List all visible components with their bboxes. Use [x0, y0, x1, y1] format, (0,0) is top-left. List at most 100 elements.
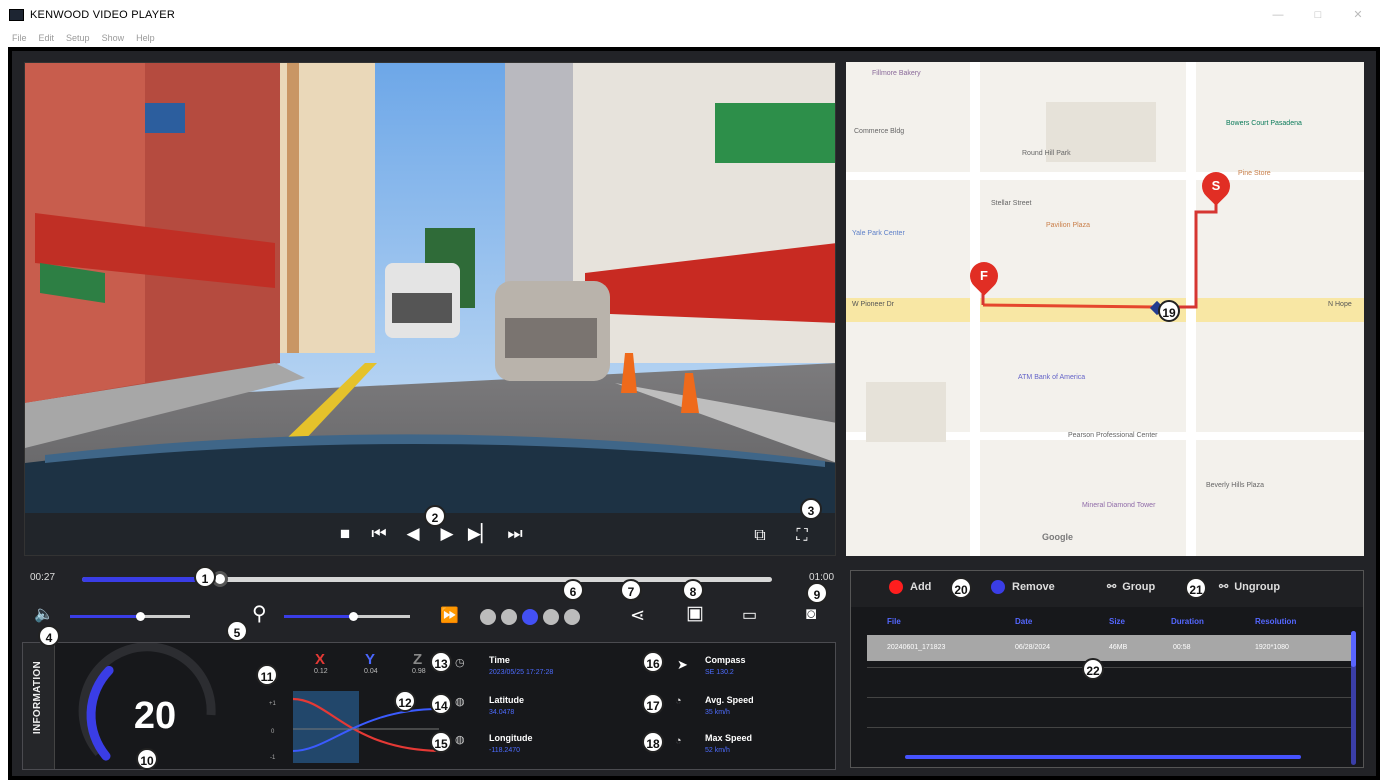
duration-cell: 00:58	[1173, 644, 1191, 651]
avg-speed-label: Avg. Speed	[705, 695, 754, 705]
menu-setup[interactable]: Setup	[66, 33, 90, 43]
column-header-size[interactable]: Size	[1109, 617, 1125, 626]
volume-thumb[interactable]	[135, 612, 145, 621]
group-button[interactable]: ⚯ Group	[1107, 580, 1156, 594]
next-file-button[interactable]: ⏭	[500, 524, 530, 544]
share-icon[interactable]: ⋖	[630, 605, 645, 626]
column-header-file[interactable]: File	[887, 617, 901, 626]
add-file-button[interactable]: Add	[889, 580, 931, 594]
speed-value: 20	[133, 695, 177, 737]
max-speed-icon: ◔	[675, 735, 682, 747]
horizontal-scrollbar[interactable]	[905, 755, 1301, 759]
remove-icon	[991, 580, 1005, 594]
callout-2: 2	[424, 505, 446, 527]
playback-speed-dot[interactable]	[564, 609, 580, 625]
map-place: Bowers Court Pasadena	[1226, 120, 1302, 127]
playback-speed-dot[interactable]	[522, 609, 538, 625]
latitude-value: 34.0478	[489, 709, 515, 716]
longitude-value: -118.2470	[489, 747, 521, 754]
information-tab-label: INFORMATION	[32, 661, 43, 735]
callout-15: 15	[430, 731, 452, 753]
map-canvas	[846, 62, 1364, 556]
compass-value: SE 130.2	[705, 669, 734, 676]
maximize-button[interactable]: □	[1298, 0, 1338, 30]
gsensor-z-label: Z	[413, 651, 423, 668]
picture-in-picture-button[interactable]: ⧉	[747, 527, 773, 545]
export-icon[interactable]: ▣	[686, 602, 704, 625]
group-label: Group	[1122, 580, 1156, 593]
information-tab[interactable]: INFORMATION	[23, 643, 55, 769]
minimize-button[interactable]: —	[1258, 0, 1298, 30]
menu-show[interactable]: Show	[102, 33, 125, 43]
playback-speed-dot[interactable]	[501, 609, 517, 625]
gsensor-y-label: Y	[365, 651, 376, 668]
street-label: N Hope	[1328, 301, 1352, 308]
fullscreen-button[interactable]: ⛶	[789, 527, 815, 545]
map-place: Fillmore Bakery	[872, 70, 921, 77]
callout-7: 7	[620, 579, 642, 601]
video-viewport[interactable]: ■ ⏮ ◀ ▶ ▶▏ ⏭ ⧉ ⛶	[24, 62, 836, 556]
gsensor-y-tick: -1	[270, 755, 276, 761]
map-place: Mineral Diamond Tower	[1082, 502, 1156, 509]
ungroup-icon: ⚯	[1219, 581, 1229, 593]
column-header-resolution[interactable]: Resolution	[1255, 617, 1296, 626]
menu-file[interactable]: File	[12, 33, 27, 43]
latitude-globe-icon: ◍	[455, 696, 465, 708]
latitude-label: Latitude	[489, 695, 524, 705]
volume-icon[interactable]: 🔈	[34, 604, 54, 624]
close-button[interactable]: ✕	[1338, 0, 1378, 30]
snapshot-strip-icon[interactable]: ▭	[742, 605, 757, 625]
zoom-thumb[interactable]	[348, 612, 358, 621]
callout-20: 20	[950, 577, 972, 599]
stop-button[interactable]: ■	[330, 524, 360, 544]
previous-file-button[interactable]: ⏮	[364, 524, 394, 544]
row-divider	[867, 727, 1351, 728]
column-header-duration[interactable]: Duration	[1171, 617, 1204, 626]
ungroup-label: Ungroup	[1234, 580, 1281, 593]
gsensor-y-tick: 0	[271, 729, 275, 735]
ungroup-button[interactable]: ⚯ Ungroup	[1219, 580, 1281, 594]
time-value: 2023/05/25 17:27:28	[489, 669, 554, 676]
date-cell: 06/28/2024	[1015, 644, 1051, 651]
map-place: Pavilion Plaza	[1046, 222, 1090, 229]
playback-speed-dot[interactable]	[543, 609, 559, 625]
vertical-scrollbar[interactable]	[1351, 631, 1356, 765]
menu-help[interactable]: Help	[136, 33, 155, 43]
zoom-slider[interactable]	[284, 612, 410, 621]
gsensor-x-label: X	[315, 651, 326, 668]
file-cell: 20240601_171823	[887, 644, 946, 651]
volume-slider[interactable]	[70, 612, 190, 621]
table-row[interactable]: 20240601_171823 06/28/2024 46MB 00:58 19…	[867, 635, 1351, 661]
screenshot-icon[interactable]: ◙	[806, 604, 816, 624]
playlist-panel: Add Remove ⚯ Group ⚯ Ungroup File Date Siz…	[850, 570, 1364, 768]
playlist-toolbar: Add Remove ⚯ Group ⚯ Ungroup	[851, 571, 1363, 607]
fast-forward-icon[interactable]: ⏩	[440, 606, 459, 624]
next-frame-button[interactable]: ▶▏	[466, 524, 496, 544]
volume-slider-fill	[70, 615, 140, 618]
menu-edit[interactable]: Edit	[39, 33, 55, 43]
map-place: Yale Park Center	[852, 230, 905, 237]
playback-speed-dot[interactable]	[480, 609, 496, 625]
callout-3: 3	[800, 498, 822, 520]
remove-file-button[interactable]: Remove	[991, 580, 1055, 594]
vertical-scrollbar-thumb[interactable]	[1351, 631, 1356, 667]
seek-bar[interactable]	[82, 571, 772, 587]
menu-bar: File Edit Setup Show Help	[0, 30, 1384, 46]
app-icon	[9, 9, 24, 21]
callout-13: 13	[430, 651, 452, 673]
map-place: ATM Bank of America	[1018, 374, 1086, 381]
map-view[interactable]: F S W Pioneer Dr N Hope Fillmore Bakery …	[846, 62, 1364, 556]
callout-19: 19	[1158, 300, 1180, 322]
compass-icon: ➤	[677, 657, 688, 672]
window-controls: — □ ✕	[1258, 0, 1378, 30]
avg-speed-value: 35 km/h	[705, 709, 730, 716]
max-speed-label: Max Speed	[705, 733, 753, 743]
column-header-date[interactable]: Date	[1015, 617, 1032, 626]
previous-frame-button[interactable]: ◀	[398, 524, 428, 544]
callout-9: 9	[806, 582, 828, 604]
current-time: 00:27	[30, 572, 56, 583]
map-place: Stellar Street	[991, 200, 1032, 207]
zoom-icon[interactable]: ⚲	[252, 601, 267, 626]
callout-6: 6	[562, 579, 584, 601]
avg-speed-icon: ◔	[675, 695, 682, 707]
